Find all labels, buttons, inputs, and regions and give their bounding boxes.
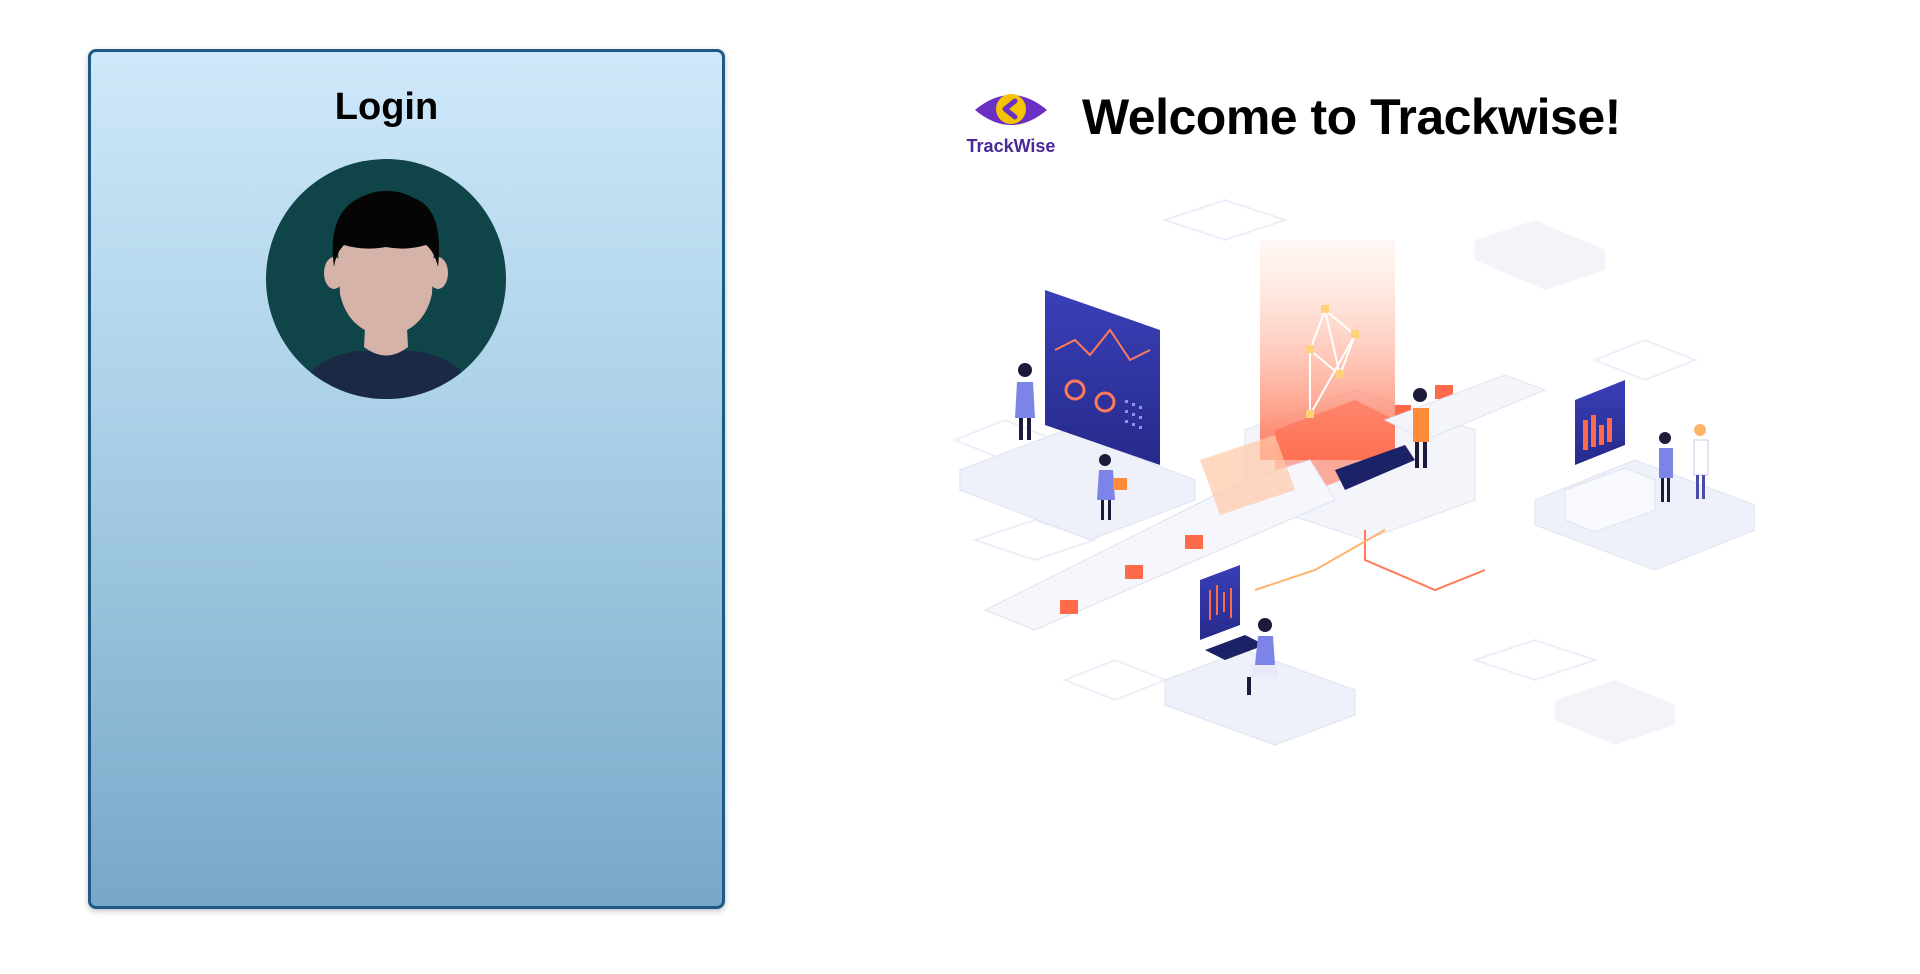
login-card: Login xyxy=(88,49,725,909)
user-avatar-icon xyxy=(266,159,506,399)
login-title: Login xyxy=(334,86,439,128)
trackwise-eye-icon xyxy=(975,94,1047,125)
isometric-data-analytics-illustration xyxy=(915,160,1756,830)
welcome-heading: Welcome to Trackwise! xyxy=(1082,89,1621,145)
trackwise-logo[interactable]: TrackWise xyxy=(965,82,1057,162)
brand-name: TrackWise xyxy=(966,136,1056,156)
